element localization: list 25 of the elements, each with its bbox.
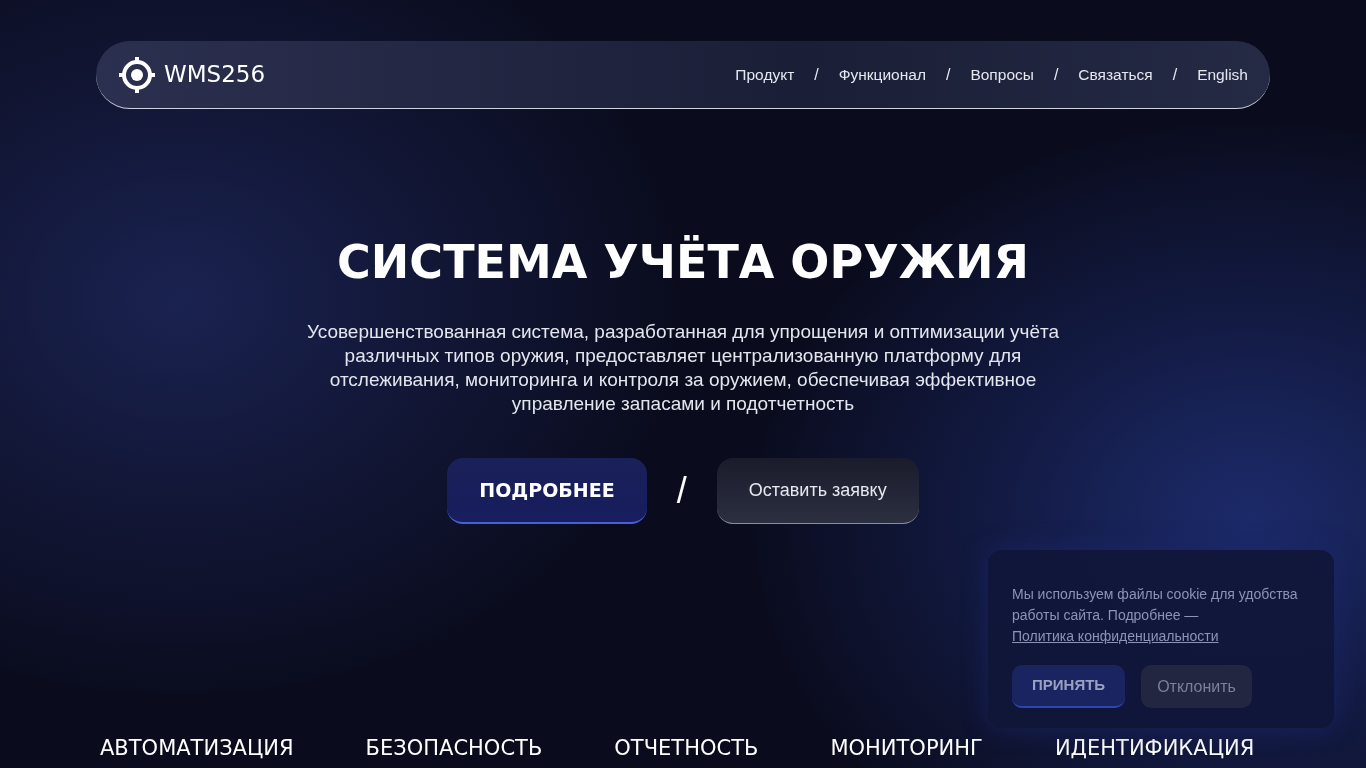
- crosshair-logo-icon: [118, 55, 156, 94]
- privacy-policy-link[interactable]: Политика конфиденциальности: [1012, 628, 1219, 644]
- decline-button[interactable]: Отклонить: [1141, 665, 1252, 708]
- nav-separator: /: [945, 64, 951, 85]
- nav-link[interactable]: Продукт: [735, 62, 795, 87]
- feature-label: ОТЧЕТНОСТЬ: [614, 734, 759, 762]
- hero-title: СИСТЕМА УЧЁТА ОРУЖИЯ: [336, 235, 1030, 291]
- nav-separator: /: [1053, 64, 1059, 85]
- feature-label: МОНИТОРИНГ: [830, 734, 983, 762]
- accept-button[interactable]: ПРИНЯТЬ: [1012, 665, 1126, 708]
- feature-label: АВТОМАТИЗАЦИЯ: [100, 734, 294, 762]
- nav-link[interactable]: Функционал: [838, 62, 926, 87]
- hero-description: Усовершенствованная система, разработанная для упрощения и оптимизации учёта различных типов оружия, предоставляет централизованную платформу для отслеживания, мониторинга и контроля за оружием, обеспечивая эффективное управление запасами и подотчетность: [305, 320, 1061, 417]
- button-separator: /: [676, 469, 687, 514]
- nav-link[interactable]: English: [1197, 62, 1248, 87]
- nav-separator: /: [814, 64, 819, 85]
- nav-separator: /: [1172, 64, 1178, 85]
- nav-link[interactable]: Вопросы: [970, 62, 1034, 87]
- cookie-notice: Мы используем файлы cookie для удобства работы сайта. Подробнее — Политика конфиденциальности: [1012, 585, 1299, 646]
- feature-label: БЕЗОПАСНОСТЬ: [365, 734, 543, 762]
- feature-label: ИДЕНТИФИКАЦИЯ: [1054, 734, 1255, 762]
- more-button[interactable]: ПОДРОБНЕЕ: [447, 458, 647, 525]
- brand-name: WMS256: [164, 60, 266, 90]
- nav-link[interactable]: Связаться: [1078, 62, 1153, 87]
- request-button[interactable]: Оставить заявку: [716, 458, 919, 525]
